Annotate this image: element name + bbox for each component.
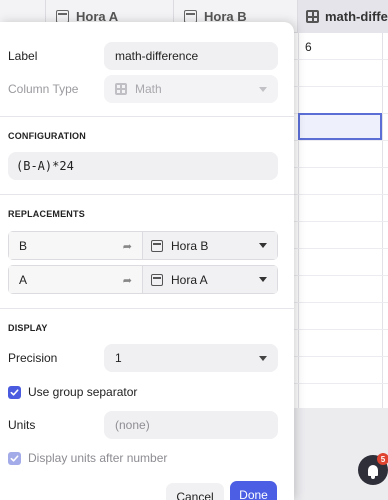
table-icon [151, 239, 163, 252]
label-input[interactable]: math-difference [104, 42, 278, 70]
label-caption: Label [8, 49, 38, 63]
group-separator-label: Use group separator [28, 385, 138, 399]
divider [0, 116, 294, 117]
precision-caption: Precision [8, 351, 58, 365]
formula-input[interactable]: (B-A)*24 [8, 152, 278, 180]
table-cell[interactable]: 6 [305, 40, 312, 54]
replacement-variable[interactable]: A ➦ [9, 266, 143, 293]
group-separator-checkbox[interactable] [8, 385, 21, 399]
units-after-label: Display units after number [28, 451, 168, 465]
units-after-checkbox[interactable] [8, 451, 21, 465]
column-header-math-difference[interactable]: math-diffe [298, 0, 388, 33]
formula-value: (B-A)*24 [16, 159, 74, 173]
arrow-right-icon: ➦ [122, 241, 132, 253]
replacement-row: B ➦ Hora B [8, 231, 278, 260]
replacement-variable-label: A [19, 272, 28, 287]
chevron-down-icon [259, 87, 267, 92]
column-settings-panel: Label math-difference Column Type Math C… [0, 22, 294, 500]
replacement-variable-label: B [19, 238, 28, 253]
replacement-column-label: Hora B [171, 238, 209, 253]
label-input-value: math-difference [115, 49, 199, 63]
column-type-value: Math [135, 82, 162, 96]
replacements-heading: REPLACEMENTS [8, 209, 85, 219]
calculator-icon [115, 83, 127, 95]
display-heading: DISPLAY [8, 323, 48, 333]
checkmark-icon [10, 454, 19, 462]
units-input[interactable]: (none) [104, 411, 278, 439]
replacement-column-label: Hora A [171, 272, 208, 287]
divider [0, 194, 294, 195]
replacement-variable[interactable]: B ➦ [9, 232, 143, 259]
units-caption: Units [8, 418, 36, 432]
table-icon [151, 273, 163, 286]
replacement-row: A ➦ Hora A [8, 265, 278, 294]
divider [0, 308, 294, 309]
bell-icon [368, 464, 378, 479]
group-separator-row[interactable]: Use group separator [8, 384, 278, 400]
done-button[interactable]: Done [230, 481, 277, 500]
chevron-down-icon [259, 277, 267, 282]
notification-count-badge: 5 [377, 453, 388, 465]
replacement-column-select[interactable]: Hora A [143, 266, 277, 293]
column-type-select: Math [104, 75, 278, 103]
precision-value: 1 [115, 351, 122, 365]
checkmark-icon [10, 388, 19, 396]
configuration-heading: CONFIGURATION [8, 131, 86, 141]
cancel-button[interactable]: Cancel [166, 483, 224, 500]
chevron-down-icon [259, 243, 267, 248]
units-after-row[interactable]: Display units after number [8, 450, 278, 466]
notifications-button[interactable]: 5 [358, 453, 388, 485]
units-placeholder: (none) [115, 418, 150, 432]
arrow-right-icon: ➦ [122, 275, 132, 287]
precision-select[interactable]: 1 [104, 344, 278, 372]
column-header-label: math-diffe [325, 9, 388, 24]
replacement-column-select[interactable]: Hora B [143, 232, 277, 259]
selected-cell[interactable] [298, 113, 382, 140]
calculator-icon [306, 10, 319, 23]
chevron-down-icon [259, 356, 267, 361]
column-type-caption: Column Type [8, 82, 79, 96]
